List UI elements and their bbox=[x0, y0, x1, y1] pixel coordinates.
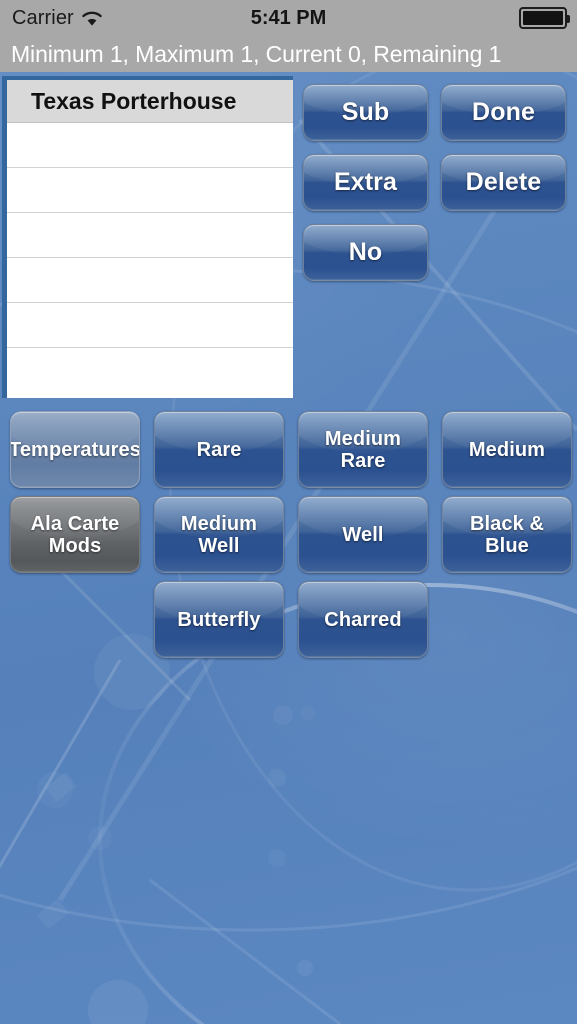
well-button[interactable]: Well bbox=[298, 496, 428, 573]
no-button[interactable]: No bbox=[303, 224, 428, 281]
no-button-label: No bbox=[348, 237, 383, 266]
table-row[interactable] bbox=[7, 303, 293, 348]
clock-label: 5:41 PM bbox=[250, 6, 327, 29]
item-name-label: Texas Porterhouse bbox=[31, 87, 237, 114]
table-row[interactable] bbox=[7, 258, 293, 303]
status-bar: Carrier 5:41 PM bbox=[0, 0, 577, 36]
medium-rare-button[interactable]: Medium Rare bbox=[298, 411, 428, 488]
done-button-label: Done bbox=[472, 97, 535, 126]
table-row[interactable] bbox=[7, 123, 293, 168]
table-row[interactable] bbox=[7, 168, 293, 213]
medium-well-button-label: Medium Well bbox=[180, 512, 258, 557]
battery-fill bbox=[523, 11, 563, 25]
well-button-label: Well bbox=[342, 523, 384, 546]
order-item-table-body[interactable]: Texas Porterhouse bbox=[7, 80, 293, 398]
ala-carte-mods-button-label: Ala Carte Mods bbox=[30, 512, 120, 557]
butterfly-button-label: Butterfly bbox=[177, 608, 261, 631]
rare-button[interactable]: Rare bbox=[154, 411, 284, 488]
medium-button[interactable]: Medium bbox=[442, 411, 572, 488]
extra-button-label: Extra bbox=[333, 167, 398, 196]
ala-carte-mods-button[interactable]: Ala Carte Mods bbox=[10, 496, 140, 573]
medium-well-button[interactable]: Medium Well bbox=[154, 496, 284, 573]
table-row[interactable] bbox=[7, 213, 293, 258]
medium-rare-button-label: Medium Rare bbox=[324, 427, 402, 472]
delete-button[interactable]: Delete bbox=[441, 154, 566, 211]
black-and-blue-button[interactable]: Black & Blue bbox=[442, 496, 572, 573]
sub-button[interactable]: Sub bbox=[303, 84, 428, 141]
extra-button[interactable]: Extra bbox=[303, 154, 428, 211]
table-row[interactable] bbox=[7, 348, 293, 393]
quantity-status-label: Minimum 1, Maximum 1, Current 0, Remaini… bbox=[11, 40, 502, 67]
sub-button-label: Sub bbox=[341, 97, 390, 126]
delete-button-label: Delete bbox=[465, 167, 542, 196]
black-and-blue-button-label: Black & Blue bbox=[469, 512, 545, 557]
order-item-table[interactable]: Texas Porterhouse bbox=[2, 76, 293, 398]
butterfly-button[interactable]: Butterfly bbox=[154, 581, 284, 658]
temperatures-button-label: Temperatures bbox=[10, 438, 140, 461]
temperatures-button[interactable]: Temperatures bbox=[10, 411, 140, 488]
table-header-row: Texas Porterhouse bbox=[7, 80, 293, 123]
rare-button-label: Rare bbox=[196, 438, 242, 461]
app-screen: Carrier 5:41 PM Minimum 1, Maximum 1, Cu… bbox=[0, 0, 577, 1024]
info-header-bar: Minimum 1, Maximum 1, Current 0, Remaini… bbox=[0, 36, 577, 72]
charred-button-label: Charred bbox=[324, 608, 402, 631]
battery-icon bbox=[519, 7, 570, 29]
done-button[interactable]: Done bbox=[441, 84, 566, 141]
medium-button-label: Medium bbox=[468, 438, 546, 461]
charred-button[interactable]: Charred bbox=[298, 581, 428, 658]
status-bar-right bbox=[519, 0, 570, 36]
